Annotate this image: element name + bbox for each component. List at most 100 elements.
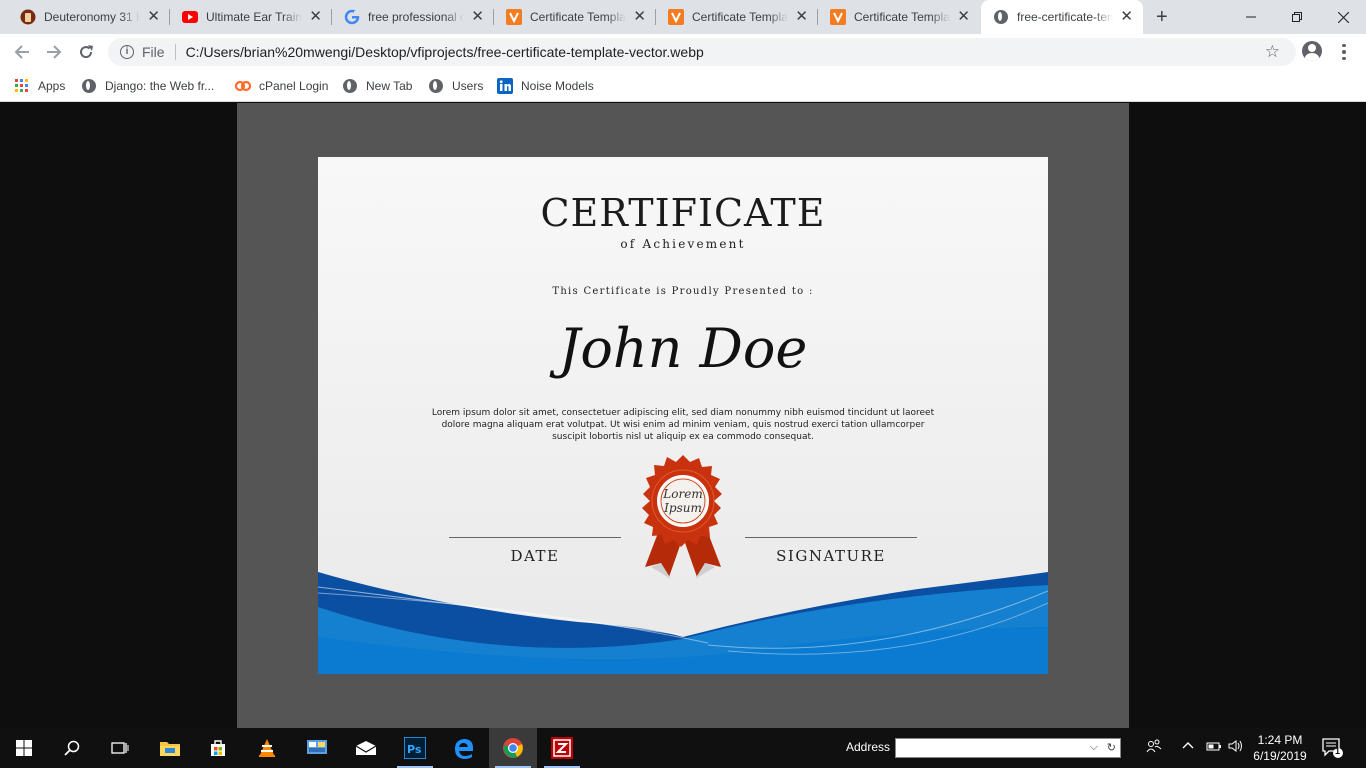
minimize-button[interactable] xyxy=(1228,0,1274,34)
menu-dots-icon[interactable] xyxy=(1338,42,1350,62)
windows-taskbar: Ps Address ⌵ ↻ 1:24 PM 6/19/2019 1 xyxy=(0,728,1366,768)
certificate-title: CERTIFICATE xyxy=(540,191,826,235)
bible-icon xyxy=(20,9,36,25)
bookmark-label: Django: the Web fr... xyxy=(105,79,215,93)
tab-title: Ultimate Ear Training xyxy=(206,10,302,24)
tab[interactable]: Certificate Template ✕ xyxy=(818,0,980,34)
mail-icon[interactable] xyxy=(342,728,390,768)
award-seal-icon xyxy=(642,455,722,579)
control-panel-icon[interactable] xyxy=(293,728,341,768)
signature-line xyxy=(745,537,917,538)
clock-time: 1:24 PM xyxy=(1257,733,1303,747)
profile-avatar-icon[interactable] xyxy=(1302,41,1322,61)
url-scheme: File xyxy=(142,44,165,60)
globe-icon xyxy=(342,78,358,94)
close-window-button[interactable] xyxy=(1320,0,1366,34)
browser-toolbar: i File C:/Users/brian%20mwengi/Desktop/v… xyxy=(0,34,1366,70)
forward-arrow-icon[interactable] xyxy=(43,41,65,63)
new-tab-button[interactable]: + xyxy=(1156,7,1168,27)
tab[interactable]: Certificate Template ✕ xyxy=(494,0,656,34)
close-icon[interactable]: ✕ xyxy=(147,9,160,25)
google-icon xyxy=(344,9,360,25)
restore-button[interactable] xyxy=(1274,0,1320,34)
back-arrow-icon[interactable] xyxy=(11,41,33,63)
date-line xyxy=(449,537,621,538)
store-icon[interactable] xyxy=(194,728,242,768)
bookmark-django[interactable]: Django: the Web fr... xyxy=(81,76,214,96)
photoshop-icon[interactable]: Ps xyxy=(391,728,439,768)
bookmark-cpanel[interactable]: cPanel Login xyxy=(235,76,328,96)
close-icon[interactable]: ✕ xyxy=(1120,9,1133,25)
bookmark-label: Noise Models xyxy=(521,79,594,93)
tab-active[interactable]: free-certificate-template-vector.webp ✕ xyxy=(981,0,1143,34)
tab[interactable]: Deuteronomy 31 Holy Bible ✕ xyxy=(8,0,170,34)
tab-title: Deuteronomy 31 Holy Bible xyxy=(44,10,140,24)
bookmark-star-icon[interactable]: ☆ xyxy=(1265,42,1280,62)
bookmark-label: cPanel Login xyxy=(259,79,329,93)
bookmark-apps[interactable]: Apps xyxy=(14,76,65,96)
search-icon[interactable] xyxy=(48,728,96,768)
tab[interactable]: free professional certificate ✕ xyxy=(332,0,494,34)
bookmark-users[interactable]: Users xyxy=(428,76,483,96)
vecteezy-icon xyxy=(668,9,684,25)
globe-icon xyxy=(428,78,444,94)
close-icon[interactable]: ✕ xyxy=(633,9,646,25)
task-view-icon[interactable] xyxy=(96,728,144,768)
globe-icon xyxy=(81,78,97,94)
action-center-icon[interactable]: 1 xyxy=(1322,738,1344,758)
tab[interactable]: Certificate Template ✕ xyxy=(656,0,818,34)
clock-date: 6/19/2019 xyxy=(1253,749,1307,763)
address-bar[interactable]: i File C:/Users/brian%20mwengi/Desktop/v… xyxy=(108,38,1296,66)
address-toolbar-label: Address xyxy=(846,740,891,754)
address-toolbar-input[interactable]: ⌵ ↻ xyxy=(895,738,1121,758)
notification-count: 1 xyxy=(1335,746,1341,756)
chevron-down-icon[interactable]: ⌵ xyxy=(1090,741,1098,754)
bookmark-new-tab[interactable]: New Tab xyxy=(342,76,412,96)
close-icon[interactable]: ✕ xyxy=(471,9,484,25)
recipient-name: John Doe xyxy=(558,317,808,380)
people-icon[interactable] xyxy=(1146,738,1162,757)
certificate-subtitle: of Achievement xyxy=(620,237,746,251)
linkedin-icon xyxy=(497,78,513,94)
bookmark-label: New Tab xyxy=(366,79,413,93)
chrome-icon[interactable] xyxy=(489,728,537,768)
vecteezy-icon xyxy=(506,9,522,25)
bookmark-label: Users xyxy=(452,79,484,93)
tab-title: free-certificate-template-vector.webp xyxy=(1017,10,1113,24)
tab-title: free professional certificate xyxy=(368,10,464,24)
tab-title: Certificate Template xyxy=(530,10,626,24)
date-label: DATE xyxy=(510,547,560,565)
cpanel-icon xyxy=(235,78,251,94)
windows-start-icon[interactable] xyxy=(0,728,48,768)
presented-to-text: This Certificate is Proudly Presented to… xyxy=(552,286,814,297)
tab-title: Certificate Template xyxy=(854,10,950,24)
close-icon[interactable]: ✕ xyxy=(795,9,808,25)
tab-title: Certificate Template xyxy=(692,10,788,24)
close-icon[interactable]: ✕ xyxy=(309,9,322,25)
system-clock[interactable]: 1:24 PM 6/19/2019 xyxy=(1248,732,1312,764)
reload-icon[interactable] xyxy=(75,41,97,63)
chevron-up-icon[interactable] xyxy=(1182,738,1194,757)
certificate-image: CERTIFICATE of Achievement This Certific… xyxy=(318,157,1048,674)
close-icon[interactable]: ✕ xyxy=(957,9,970,25)
url-text[interactable]: C:/Users/brian%20mwengi/Desktop/vfiproje… xyxy=(186,44,704,60)
filezilla-icon[interactable] xyxy=(538,728,586,768)
tab[interactable]: Ultimate Ear Training ✕ xyxy=(170,0,332,34)
divider xyxy=(174,44,176,60)
apps-grid-icon xyxy=(14,78,30,94)
volume-icon[interactable] xyxy=(1227,738,1243,757)
file-explorer-icon[interactable] xyxy=(146,728,194,768)
signature-label: SIGNATURE xyxy=(776,547,886,565)
vlc-icon[interactable] xyxy=(243,728,291,768)
edge-icon[interactable] xyxy=(440,728,488,768)
bookmarks-bar: Apps Django: the Web fr... cPanel Login … xyxy=(0,70,1366,102)
bookmark-label: Apps xyxy=(38,79,66,93)
svg-text:Ps: Ps xyxy=(407,743,422,756)
battery-icon[interactable] xyxy=(1206,738,1222,757)
info-icon[interactable]: i xyxy=(120,45,134,59)
globe-icon xyxy=(993,9,1009,25)
certificate-body-text: Lorem ipsum dolor sit amet, consectetuer… xyxy=(431,408,935,442)
tab-strip: Deuteronomy 31 Holy Bible ✕ Ultimate Ear… xyxy=(0,0,1366,34)
refresh-icon[interactable]: ↻ xyxy=(1107,741,1116,754)
bookmark-noise-models[interactable]: Noise Models xyxy=(497,76,594,96)
